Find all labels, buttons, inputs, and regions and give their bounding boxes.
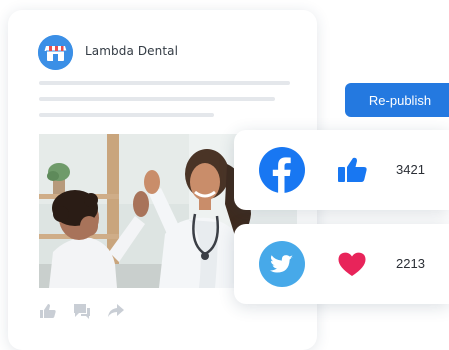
post-text-placeholder-line (39, 113, 214, 117)
post-text-placeholder-line (39, 97, 275, 101)
republish-button[interactable]: Re-publish (345, 83, 449, 117)
facebook-icon (259, 147, 305, 193)
storefront-icon (38, 35, 73, 70)
twitter-stats-card: 2213 (234, 224, 449, 304)
thumbs-up-icon (336, 156, 368, 184)
account-name: Lambda Dental (85, 44, 179, 58)
facebook-like-count: 3421 (396, 162, 425, 177)
twitter-like-count: 2213 (396, 256, 425, 271)
facebook-stats-card: 3421 (234, 130, 449, 210)
post-text-placeholder-line (39, 81, 290, 85)
thumbs-up-icon[interactable] (39, 303, 57, 319)
account-avatar (38, 35, 73, 70)
comment-icon[interactable] (73, 303, 91, 319)
heart-icon (336, 250, 368, 278)
share-icon[interactable] (107, 303, 125, 319)
twitter-icon (259, 241, 305, 287)
